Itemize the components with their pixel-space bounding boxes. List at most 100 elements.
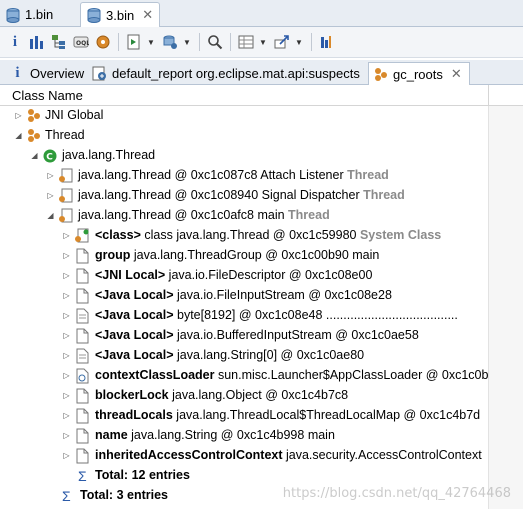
query-browser-icon[interactable] [161,33,179,51]
thread-overview-icon[interactable] [94,33,112,51]
tab-default-report[interactable]: default_report org.eclipse.mat.api:suspe… [88,62,366,85]
column-header[interactable]: Class Name [0,85,523,106]
tree-row-child[interactable]: ▷ <Java Local> byte[8192] @ 0xc1c08e48 .… [0,306,488,326]
close-icon[interactable]: ✕ [142,7,153,23]
array-icon [74,348,90,364]
tree-row-child[interactable]: ▷ group java.lang.ThreadGroup @ 0xc1c00b… [0,246,488,266]
expand-icon[interactable]: ▷ [62,451,71,460]
class-object-icon [74,228,90,244]
chevron-down-icon[interactable]: ▼ [147,33,155,51]
grouping-icon[interactable] [237,33,255,51]
column-divider[interactable] [488,85,489,106]
tree-row-child[interactable]: ▷ name java.lang.String @ 0xc1c4b998 mai… [0,426,488,446]
heap-dump-icon [87,7,101,23]
chevron-down-icon[interactable]: ▼ [183,33,191,51]
editor-tab-1bin[interactable]: 1.bin [0,2,76,27]
tab-overview[interactable]: i Overview [6,62,86,85]
heap-dump-icon [6,7,20,23]
tree-label: <JNI Local> java.io.FileDescriptor @ 0xc… [95,268,373,282]
expand-icon[interactable]: ▷ [62,251,71,260]
tab-label: default_report org.eclipse.mat.api:suspe… [112,66,360,81]
object-icon [74,288,90,304]
tree-label: java.lang.Thread @ 0xc1c08940 Signal Dis… [78,188,405,202]
tab-gc-roots[interactable]: gc_roots ✕ [368,62,470,85]
editor-tab-bar: 1.bin 3.bin ✕ [0,0,523,27]
object-icon [74,268,90,284]
vertical-scrollbar[interactable] [488,106,523,509]
collapse-icon[interactable]: ◢ [30,151,39,160]
expand-icon[interactable]: ▷ [14,111,23,120]
tree-label: <class> class java.lang.Thread @ 0xc1c59… [95,228,442,242]
expand-icon[interactable]: ▷ [62,431,71,440]
expand-icon[interactable]: ▷ [62,411,71,420]
tree-label: inheritedAccessControlContext java.secur… [95,448,482,462]
expand-icon[interactable]: ▷ [62,351,71,360]
thread-object-icon [58,208,74,224]
expand-icon[interactable]: ▷ [62,231,71,240]
collapse-icon[interactable]: ◢ [14,131,23,140]
total-entries-label: Total: 3 entries [80,488,168,502]
svg-text:OQL: OQL [76,40,89,47]
thread-object-icon [58,188,74,204]
editor-tab-3bin[interactable]: 3.bin ✕ [80,2,160,27]
tree-row-thread-signal-dispatcher[interactable]: ▷ java.lang.Thread @ 0xc1c08940 Signal D… [0,186,488,206]
export-icon[interactable] [273,33,291,51]
tree-label: <Java Local> java.lang.String[0] @ 0xc1c… [95,348,365,362]
expand-icon[interactable]: ▷ [62,291,71,300]
tree-row-thread-main[interactable]: ◢ java.lang.Thread @ 0xc1c0afc8 main Thr… [0,206,488,226]
object-icon [74,428,90,444]
tree-label: blockerLock java.lang.Object @ 0xc1c4b7c… [95,388,349,402]
tree-row-child[interactable]: ▷ <Java Local> java.lang.String[0] @ 0xc… [0,346,488,366]
calculate-retained-icon[interactable] [318,33,336,51]
view-tab-bar: i Overview default_report org.eclipse.ma… [0,60,523,85]
collapse-icon[interactable]: ◢ [46,211,55,220]
tree-row-child[interactable]: ▷ <Java Local> java.io.FileInputStream @… [0,286,488,306]
chevron-down-icon[interactable]: ▼ [295,33,303,51]
editor-tab-label: 3.bin [106,7,135,23]
total-entries-label: Total: 12 entries [95,468,190,482]
svg-text:C: C [46,153,53,163]
object-icon [74,388,90,404]
histogram-icon[interactable] [28,33,46,51]
expand-icon[interactable]: ▷ [46,171,55,180]
tree-row-child[interactable]: ▷ blockerLock java.lang.Object @ 0xc1c4b… [0,386,488,406]
expand-icon[interactable]: ▷ [62,271,71,280]
run-report-icon[interactable] [125,33,143,51]
toolbar: i OQL ▼ ▼ ▼ ▼ [0,27,523,58]
object-icon [74,328,90,344]
column-header-class-name[interactable]: Class Name [12,88,83,103]
tree-label: java.lang.Thread [62,148,156,162]
tree-row-child[interactable]: ▷ inheritedAccessControlContext java.sec… [0,446,488,466]
dominator-tree-icon[interactable] [50,33,68,51]
tree-row-child[interactable]: ▷ threadLocals java.lang.ThreadLocal$Thr… [0,406,488,426]
expand-icon[interactable]: ▷ [62,311,71,320]
close-icon[interactable]: ✕ [451,66,462,82]
chevron-down-icon[interactable]: ▼ [259,33,267,51]
tree-row-thread-attach-listener[interactable]: ▷ java.lang.Thread @ 0xc1c087c8 Attach L… [0,166,488,186]
class-icon: C [42,148,58,164]
expand-icon[interactable]: ▷ [62,331,71,340]
tree-label: <Java Local> java.io.FileInputStream @ 0… [95,288,392,302]
editor-tab-label: 1.bin [25,7,54,22]
tree-row-thread[interactable]: ◢ Thread [0,126,488,146]
toolbar-separator [118,33,119,51]
tree-row-child[interactable]: ▷ <JNI Local> java.io.FileDescriptor @ 0… [0,266,488,286]
expand-icon[interactable]: ▷ [62,391,71,400]
tree-row-jni-global[interactable]: ▷ JNI Global [0,106,488,126]
object-icon [74,248,90,264]
oql-icon[interactable]: OQL [72,33,90,51]
tree-row-child[interactable]: ▷ <class> class java.lang.Thread @ 0xc1c… [0,226,488,246]
tab-label: gc_roots [393,66,443,82]
tree-row-java-lang-thread[interactable]: ◢ C java.lang.Thread [0,146,488,166]
tree-row-child[interactable]: ▷ contextClassLoader sun.misc.Launcher$A… [0,366,488,386]
expand-icon[interactable]: ▷ [62,371,71,380]
watermark: https://blog.csdn.net/qq_42764468 [282,486,511,501]
tree-row-child[interactable]: ▷ <Java Local> java.io.BufferedInputStre… [0,326,488,346]
expand-icon[interactable]: ▷ [46,191,55,200]
array-icon [74,308,90,324]
object-icon [74,448,90,464]
info-icon[interactable]: i [6,33,24,51]
info-icon: i [15,65,20,81]
tab-label: Overview [30,66,85,81]
search-icon[interactable] [206,33,224,51]
